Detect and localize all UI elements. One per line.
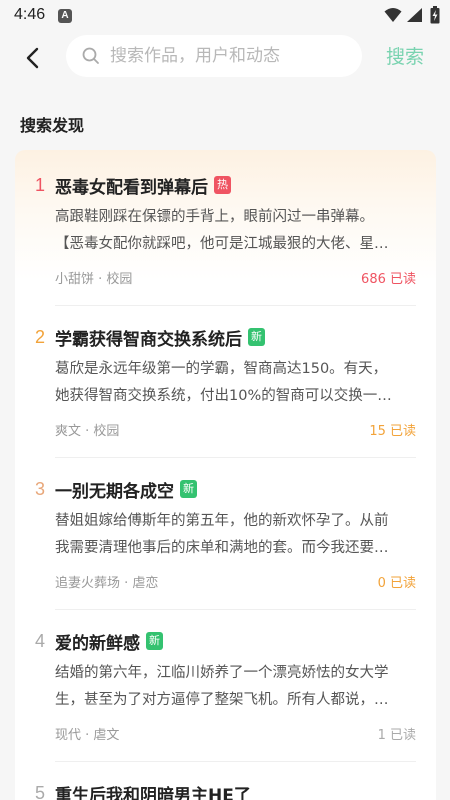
divider: [55, 457, 416, 458]
read-count: 15 已读: [369, 424, 416, 439]
list-item[interactable]: 1 恶毒女配看到弹幕后 热 高跟鞋刚踩在保镖的手背上，眼前闪过一串弹幕。 【恶毒…: [15, 172, 436, 306]
list-item[interactable]: 4 爱的新鲜感 新 结婚的第六年，江临川娇养了一个漂亮娇怯的女大学 生，甚至为了…: [15, 628, 436, 762]
read-count: 0 已读: [377, 576, 416, 591]
rank-number: 3: [35, 478, 46, 499]
rank-number: 2: [35, 326, 46, 347]
chevron-left-icon: [26, 47, 39, 69]
section-title: 搜索发现: [20, 116, 85, 135]
description-line: 高跟鞋刚踩在保镖的手背上，眼前闪过一串弹幕。: [55, 209, 374, 225]
list-item[interactable]: 5 重生后我和阴暗男主HE了: [15, 780, 436, 800]
app-notification-icon: A: [58, 9, 72, 23]
item-title: 重生后我和阴暗男主HE了: [55, 785, 251, 800]
description-line: 【恶毒女配你就踩吧，他可是江城最狠的大佬、星…: [55, 236, 389, 252]
rank-number: 5: [35, 782, 46, 800]
content-area: 搜索发现 1 恶毒女配看到弹幕后 热 高跟鞋刚踩在保镖的手背上，眼前闪过一串弹幕…: [0, 84, 450, 800]
rank-number: 4: [35, 630, 46, 651]
search-header: 搜索: [0, 32, 450, 84]
description-line: 生，甚至为了对方逼停了整架飞机。所有人都说，…: [55, 692, 389, 708]
divider: [55, 761, 416, 762]
search-input[interactable]: [110, 35, 350, 77]
divider: [55, 305, 416, 306]
description-line: 替姐姐嫁给傅斯年的第五年，他的新欢怀孕了。从前: [55, 513, 389, 529]
item-head: 2 学霸获得智商交换系统后 新: [35, 324, 265, 350]
item-tags: 追妻火葬场 · 虐恋: [55, 576, 159, 591]
search-discovery-list: 1 恶毒女配看到弹幕后 热 高跟鞋刚踩在保镖的手背上，眼前闪过一串弹幕。 【恶毒…: [15, 150, 436, 800]
read-count: 686 已读: [361, 272, 416, 287]
item-title: 恶毒女配看到弹幕后: [55, 177, 208, 198]
new-badge: 新: [180, 480, 197, 498]
new-badge: 新: [146, 632, 163, 650]
item-description: 高跟鞋刚踩在保镖的手背上，眼前闪过一串弹幕。 【恶毒女配你就踩吧，他可是江城最狠…: [55, 204, 419, 258]
search-box[interactable]: [66, 35, 362, 77]
item-head: 3 一别无期各成空 新: [35, 476, 197, 502]
description-line: 葛欣是永远年级第一的学霸，智商高达150。有天，: [55, 361, 388, 377]
item-description: 葛欣是永远年级第一的学霸，智商高达150。有天， 她获得智商交换系统，付出10%…: [55, 356, 419, 410]
item-title: 一别无期各成空: [55, 481, 174, 502]
item-description: 结婚的第六年，江临川娇养了一个漂亮娇怯的女大学 生，甚至为了对方逼停了整架飞机。…: [55, 660, 419, 714]
new-badge: 新: [248, 328, 265, 346]
hot-badge: 热: [214, 176, 231, 194]
status-time: 4:46: [14, 6, 46, 23]
search-icon: [82, 47, 99, 64]
description-line: 我需要清理他事后的床单和满地的套。而今我还要…: [55, 540, 389, 556]
item-head: 4 爱的新鲜感 新: [35, 628, 163, 654]
item-head: 5 重生后我和阴暗男主HE了: [35, 780, 251, 800]
rank-number: 1: [35, 174, 46, 195]
wifi-icon: [384, 8, 402, 22]
back-button[interactable]: [16, 42, 48, 74]
description-line: 她获得智商交换系统，付出10%的智商可以交换一…: [55, 388, 392, 404]
item-title: 学霸获得智商交换系统后: [55, 329, 242, 350]
description-line: 结婚的第六年，江临川娇养了一个漂亮娇怯的女大学: [55, 665, 389, 681]
item-tags: 现代 · 虐文: [55, 728, 120, 743]
search-submit-button[interactable]: 搜索: [386, 42, 424, 69]
item-tags: 爽文 · 校园: [55, 424, 120, 439]
signal-icon: [407, 8, 422, 22]
list-item[interactable]: 3 一别无期各成空 新 替姐姐嫁给傅斯年的第五年，他的新欢怀孕了。从前 我需要清…: [15, 476, 436, 610]
item-description: 替姐姐嫁给傅斯年的第五年，他的新欢怀孕了。从前 我需要清理他事后的床单和满地的套…: [55, 508, 419, 562]
divider: [55, 609, 416, 610]
item-tags: 小甜饼 · 校园: [55, 272, 133, 287]
battery-icon: [430, 6, 440, 24]
status-bar: 4:46 A: [0, 0, 450, 32]
list-item[interactable]: 2 学霸获得智商交换系统后 新 葛欣是永远年级第一的学霸，智商高达150。有天，…: [15, 324, 436, 458]
item-head: 1 恶毒女配看到弹幕后 热: [35, 172, 231, 198]
read-count: 1 已读: [377, 728, 416, 743]
item-title: 爱的新鲜感: [55, 633, 140, 654]
